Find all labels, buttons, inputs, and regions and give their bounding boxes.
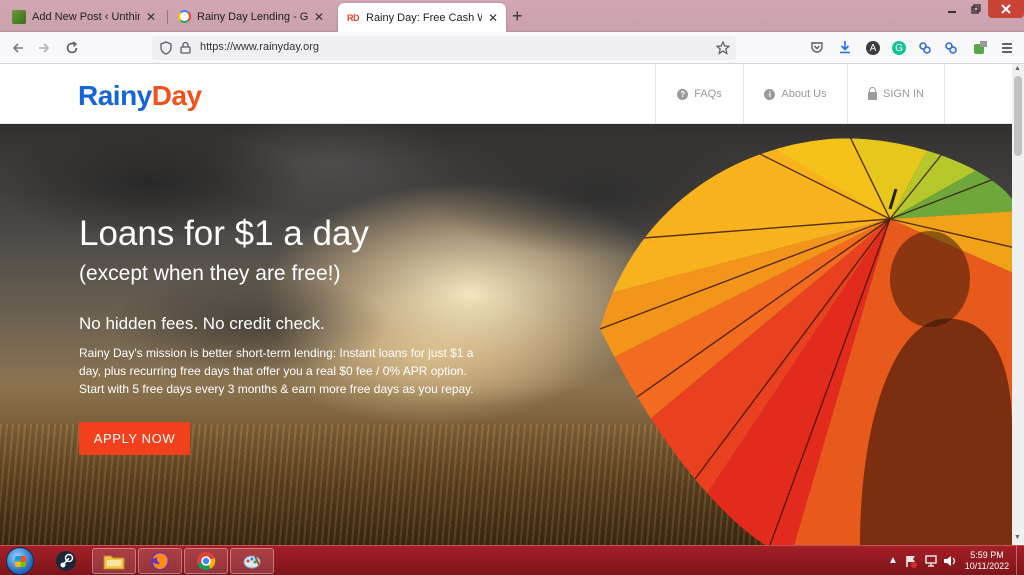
link-extension-icon[interactable]: [918, 41, 932, 55]
taskbar-paint-app[interactable]: [230, 548, 274, 574]
minimize-window-button[interactable]: [940, 0, 964, 18]
tab-separator: [167, 10, 168, 24]
start-button[interactable]: [6, 547, 34, 575]
tab-google-search[interactable]: Rainy Day Lending - Google Sea ✕: [170, 3, 332, 30]
clock-date: 10/11/2022: [964, 561, 1010, 571]
new-tab-button[interactable]: +: [512, 6, 523, 27]
steam-icon: [56, 551, 76, 571]
action-center-flag-icon[interactable]: [904, 554, 918, 568]
nav-signin-label: SIGN IN: [883, 88, 924, 100]
taskbar-steam[interactable]: [44, 548, 88, 574]
network-icon[interactable]: [924, 554, 938, 568]
wordpress-favicon-icon: [12, 9, 26, 24]
browser-tab-strip: Add New Post ‹ Unthinkable — ✕ Rainy Day…: [0, 0, 1024, 32]
browser-navigation-bar: https://www.rainyday.org A G: [0, 32, 1024, 64]
question-circle-icon: ?: [677, 88, 689, 100]
back-button[interactable]: [8, 38, 28, 58]
tab-rainy-day[interactable]: RD Rainy Day: Free Cash When You ✕: [338, 3, 506, 32]
tab-title: Rainy Day: Free Cash When You: [366, 11, 482, 24]
close-window-button[interactable]: [988, 0, 1024, 18]
rainyday-logo[interactable]: RainyDay: [78, 80, 202, 112]
hero-tagline: No hidden fees. No credit check.: [79, 314, 325, 333]
pocket-icon[interactable]: [810, 41, 824, 55]
tab-close-icon[interactable]: ✕: [314, 10, 324, 24]
lock-icon[interactable]: [180, 41, 191, 54]
nav-about-us[interactable]: i About Us: [743, 64, 847, 124]
arrow-right-icon: [39, 43, 50, 53]
hero-subtitle: (except when they are free!): [79, 262, 341, 285]
hamburger-menu-icon[interactable]: [1000, 41, 1014, 55]
tab-title: Add New Post ‹ Unthinkable —: [32, 10, 140, 23]
nav-faqs[interactable]: ? FAQs: [655, 64, 743, 124]
volume-icon[interactable]: [942, 554, 956, 568]
extension-a-icon[interactable]: A: [866, 41, 880, 55]
scroll-up-arrow-icon[interactable]: ▲: [1014, 65, 1021, 72]
rainyday-favicon-icon: RD: [347, 12, 360, 23]
tab-add-new-post[interactable]: Add New Post ‹ Unthinkable — ✕: [4, 3, 164, 30]
firefox-icon: [151, 552, 169, 570]
hero-title: Loans for $1 a day: [79, 214, 369, 253]
hero-banner: Loans for $1 a day (except when they are…: [0, 124, 1012, 545]
site-header: RainyDay ? FAQs i About Us SIGN IN: [0, 64, 1012, 124]
restore-window-button[interactable]: [964, 0, 988, 18]
hero-description: Rainy Day's mission is better short-term…: [79, 346, 474, 396]
nav-faqs-label: FAQs: [694, 88, 722, 100]
show-desktop-button[interactable]: [1016, 546, 1024, 575]
tab-close-icon[interactable]: ✕: [146, 10, 156, 24]
nav-sign-in[interactable]: SIGN IN: [847, 64, 945, 124]
shield-icon[interactable]: [160, 41, 172, 55]
tab-close-icon[interactable]: ✕: [488, 11, 498, 25]
restore-icon: [971, 4, 981, 14]
scroll-down-arrow-icon[interactable]: ▼: [1014, 534, 1021, 541]
page-scrollbar[interactable]: ▲ ▼: [1012, 64, 1024, 545]
taskbar-chrome[interactable]: [184, 548, 228, 574]
reload-button[interactable]: [62, 38, 82, 58]
puzzle-extension-icon[interactable]: [972, 40, 988, 56]
taskbar-file-explorer[interactable]: [92, 548, 136, 574]
address-bar[interactable]: https://www.rainyday.org: [152, 36, 736, 60]
scrollbar-thumb[interactable]: [1014, 76, 1022, 156]
apply-now-button[interactable]: APPLY NOW: [79, 422, 190, 455]
logo-part-day: Day: [151, 80, 202, 111]
bookmark-star-icon[interactable]: [716, 41, 730, 55]
lock-icon: [868, 86, 878, 100]
close-icon: [1001, 4, 1011, 14]
windows-taskbar: ▲ 5:59 PM 10/11/2022: [0, 545, 1024, 575]
taskbar-firefox[interactable]: [138, 548, 182, 574]
link-extension-icon[interactable]: [944, 41, 958, 55]
forward-button[interactable]: [34, 38, 54, 58]
url-text[interactable]: https://www.rainyday.org: [200, 41, 319, 53]
reload-icon: [66, 41, 78, 54]
folder-icon: [103, 555, 125, 570]
taskbar-clock[interactable]: 5:59 PM 10/11/2022: [962, 550, 1012, 572]
show-hidden-icons-arrow[interactable]: ▲: [888, 555, 898, 566]
minimize-icon: [948, 11, 956, 13]
tab-title: Rainy Day Lending - Google Sea: [197, 10, 308, 23]
google-favicon-icon: [178, 10, 191, 23]
grammarly-icon[interactable]: G: [892, 41, 906, 55]
info-circle-icon: i: [764, 88, 776, 100]
nav-about-label: About Us: [781, 88, 827, 100]
clock-time: 5:59 PM: [970, 550, 1004, 560]
download-icon[interactable]: [838, 40, 852, 55]
rainbow-umbrella-image: [600, 138, 1012, 545]
chrome-icon: [197, 552, 216, 571]
paint-icon: [243, 553, 261, 569]
logo-part-rainy: Rainy: [78, 80, 152, 111]
arrow-left-icon: [12, 43, 23, 53]
